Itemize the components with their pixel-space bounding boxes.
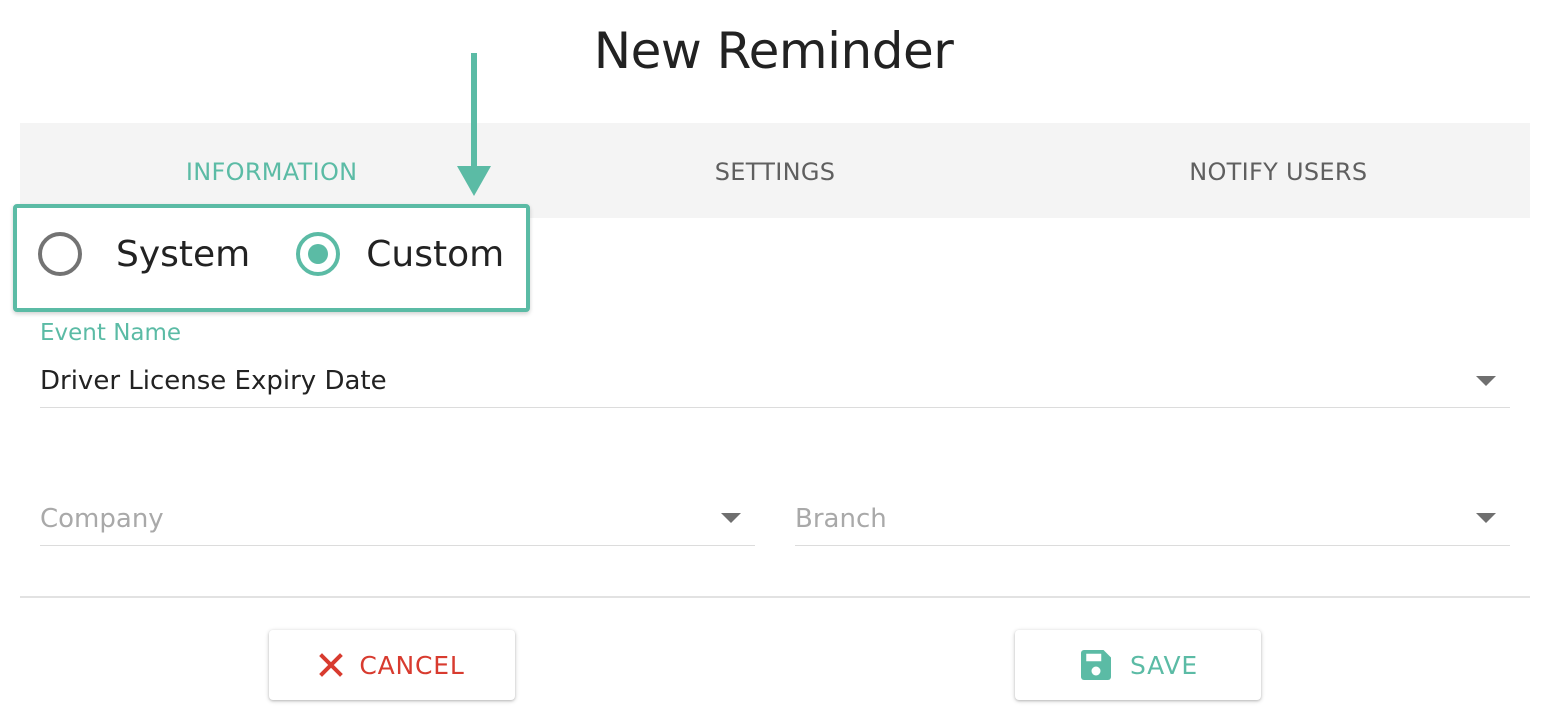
event-name-label: Event Name	[40, 320, 182, 346]
save-button[interactable]: SAVE	[1015, 630, 1261, 700]
dialog-title: New Reminder	[593, 22, 954, 80]
save-icon	[1081, 650, 1112, 680]
radio-system[interactable]: System	[38, 232, 250, 276]
chevron-down-icon[interactable]	[1476, 376, 1496, 386]
company-placeholder: Company	[40, 504, 164, 534]
tab-notify-users[interactable]: NOTIFY USERS	[1027, 123, 1530, 218]
new-reminder-dialog: New Reminder INFORMATION SETTINGS NOTIFY…	[0, 0, 1547, 720]
cancel-button-label: CANCEL	[359, 650, 465, 680]
chevron-down-icon[interactable]	[721, 513, 741, 523]
radio-unchecked-icon[interactable]	[38, 232, 82, 276]
annotation-arrow-head	[457, 166, 491, 196]
radio-checked-icon[interactable]	[296, 232, 341, 276]
event-name-value: Driver License Expiry Date	[40, 366, 387, 396]
chevron-down-icon[interactable]	[1476, 513, 1496, 523]
event-name-select[interactable]: Event Name Driver License Expiry Date	[40, 318, 1510, 408]
close-icon	[319, 653, 344, 677]
radio-custom[interactable]: Custom	[296, 232, 504, 276]
annotation-arrow	[471, 53, 477, 171]
tab-settings[interactable]: SETTINGS	[523, 123, 1026, 218]
radio-system-label: System	[116, 233, 251, 275]
branch-placeholder: Branch	[795, 504, 887, 534]
reminder-type-radio-group: System Custom	[38, 226, 504, 282]
cancel-button[interactable]: CANCEL	[269, 630, 515, 700]
save-button-label: SAVE	[1130, 650, 1198, 680]
radio-custom-label: Custom	[366, 233, 505, 275]
company-select[interactable]: Company	[40, 500, 755, 546]
branch-select[interactable]: Branch	[795, 500, 1510, 546]
footer-divider	[20, 596, 1530, 598]
